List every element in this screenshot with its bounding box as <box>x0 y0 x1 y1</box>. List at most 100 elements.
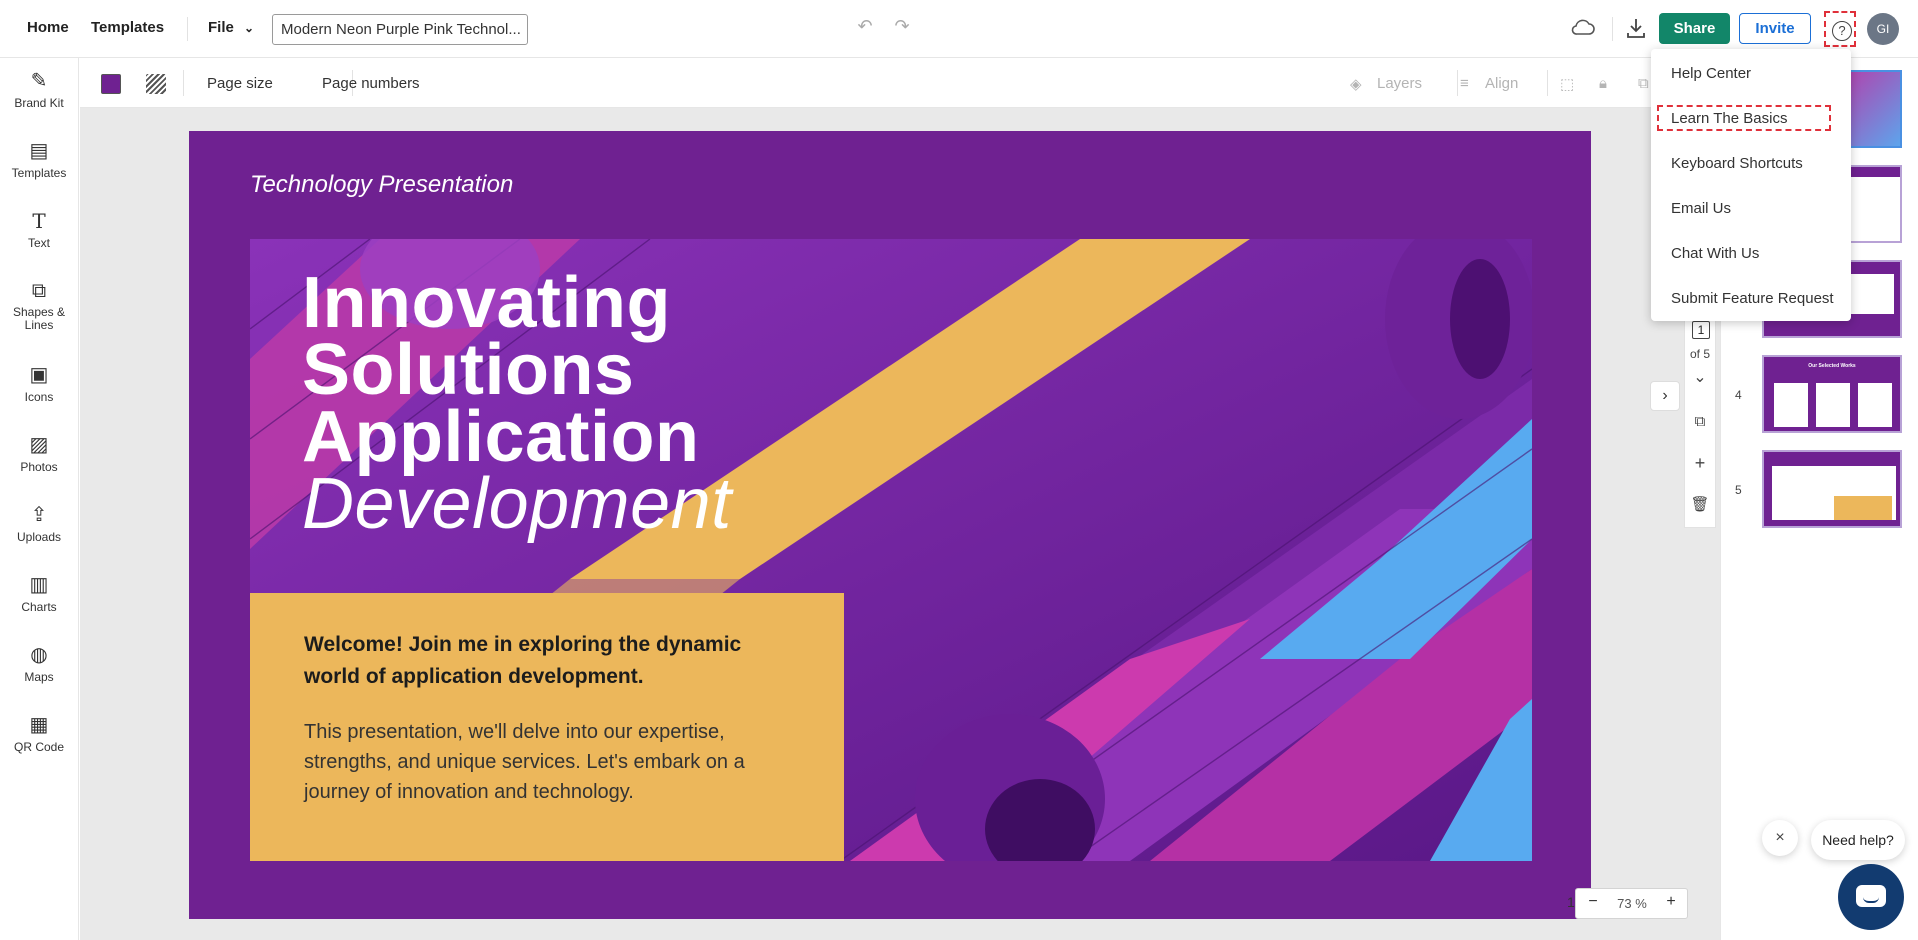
pattern-swatch[interactable] <box>146 74 166 94</box>
trash-icon[interactable]: 🗑︎ <box>1685 495 1715 513</box>
help-menu-item-feature-request[interactable]: Submit Feature Request <box>1671 290 1834 307</box>
home-link[interactable]: Home <box>27 19 69 36</box>
help-menu-item-help-center[interactable]: Help Center <box>1671 65 1751 82</box>
layers-button[interactable]: Layers <box>1377 75 1422 92</box>
sidebar-item-label: Icons <box>24 390 54 404</box>
sidebar-item-maps[interactable]: ◍ Maps <box>0 643 78 684</box>
chevron-down-icon: ⌄ <box>244 21 255 35</box>
sidebar-item-label: Text <box>27 236 50 250</box>
slide-title-line[interactable]: Application <box>302 401 700 473</box>
welcome-body[interactable]: This presentation, we'll delve into our … <box>304 717 794 807</box>
welcome-box[interactable]: Welcome! Join me in exploring the dynami… <box>250 593 844 861</box>
chat-launcher-button[interactable] <box>1838 864 1904 930</box>
cloud-save-icon[interactable] <box>1570 16 1596 40</box>
file-menu-button[interactable]: File ⌄ <box>208 19 254 36</box>
avatar[interactable]: GI <box>1867 13 1899 45</box>
photo-icon: ▨ <box>29 434 49 456</box>
sidebar-item-photos[interactable]: ▨ Photos <box>0 433 78 474</box>
thumbnail-number: 5 <box>1735 483 1742 497</box>
chevron-down-icon[interactable]: ⌄ <box>1685 367 1715 387</box>
welcome-heading[interactable]: Welcome! Join me in exploring the dynami… <box>304 629 794 693</box>
sidebar-item-label: Uploads <box>16 530 62 544</box>
close-icon[interactable]: × <box>1762 820 1798 856</box>
thumbnail-title: Our Selected Works <box>1808 363 1856 369</box>
divider <box>187 17 188 41</box>
top-bar: Home Templates File ⌄ Modern Neon Purple… <box>0 0 1918 58</box>
sidebar-item-label: Maps <box>24 670 54 684</box>
background-color-swatch[interactable] <box>101 74 121 94</box>
divider <box>1612 17 1613 41</box>
help-menu-item-chat-with-us[interactable]: Chat With Us <box>1671 245 1759 262</box>
help-button[interactable]: ? <box>1824 11 1856 47</box>
help-dropdown-menu: Help Center Learn The Basics Keyboard Sh… <box>1651 49 1851 321</box>
thumbnail-4[interactable]: Our Selected Works <box>1762 355 1902 433</box>
left-sidebar: ✎ Brand Kit ▤ Templates T Text ⧉ Shapes … <box>0 58 79 940</box>
current-page-indicator: 1 <box>1567 894 1575 910</box>
slide-title-line[interactable]: Innovating <box>302 267 671 339</box>
undo-icon[interactable]: ↶ <box>855 16 875 37</box>
shapes-icon: ⧉ <box>31 280 47 302</box>
zoom-value[interactable]: 73 % <box>1612 896 1652 911</box>
download-icon[interactable] <box>1624 16 1648 40</box>
sidebar-item-charts[interactable]: ▥ Charts <box>0 573 78 614</box>
sidebar-item-label: Charts <box>21 600 57 614</box>
file-menu-label: File <box>208 19 234 36</box>
duplicate-page-icon[interactable]: ⧉ <box>1685 413 1715 430</box>
text-icon: T <box>32 209 46 233</box>
page-number-box[interactable]: 1 <box>1692 321 1710 339</box>
sidebar-item-shapes[interactable]: ⧉ Shapes & Lines <box>0 279 78 332</box>
layers-icon: ◈ <box>1350 76 1362 93</box>
share-button[interactable]: Share <box>1659 13 1730 44</box>
zoom-in-button[interactable]: + <box>1658 893 1684 911</box>
slide-subtitle[interactable]: Technology Presentation <box>250 171 513 199</box>
sidebar-item-label: Brand Kit <box>14 96 64 110</box>
align-icon: ≡ <box>1460 75 1469 92</box>
slide-title-line[interactable]: Solutions <box>302 334 634 406</box>
duplicate-icon[interactable]: ⧉ <box>1638 75 1649 92</box>
page-numbers-button[interactable]: Page numbers <box>322 75 420 92</box>
thumbnail-number: 4 <box>1735 388 1742 402</box>
document-title-input[interactable]: Modern Neon Purple Pink Technol... <box>272 14 528 45</box>
sidebar-item-templates[interactable]: ▤ Templates <box>0 139 78 180</box>
redo-icon[interactable]: ↷ <box>892 16 912 37</box>
slide[interactable]: Technology Presentation Innovating Solut… <box>189 131 1591 919</box>
templates-icon: ▤ <box>29 140 49 162</box>
chevron-right-icon[interactable]: › <box>1650 381 1680 411</box>
help-icon: ? <box>1832 21 1852 41</box>
add-page-icon[interactable]: + <box>1685 453 1715 474</box>
upload-icon: ⇪ <box>30 504 48 526</box>
divider <box>1547 70 1548 96</box>
sidebar-item-text[interactable]: T Text <box>0 209 78 250</box>
sidebar-item-qr-code[interactable]: ▦ QR Code <box>0 713 78 754</box>
slide-title-italic[interactable]: Development <box>302 468 732 540</box>
divider <box>1457 70 1458 96</box>
page-size-button[interactable]: Page size <box>207 75 273 92</box>
page-navigator: 1 of 5 ⌄ ⧉ + 🗑︎ <box>1684 312 1716 528</box>
sidebar-item-label: Shapes & Lines <box>12 305 66 332</box>
need-help-bubble[interactable]: Need help? <box>1811 820 1905 860</box>
divider <box>183 70 184 96</box>
qr-code-icon: ▦ <box>29 714 49 736</box>
sidebar-item-icons[interactable]: ▣ Icons <box>0 363 78 404</box>
sidebar-item-label: QR Code <box>13 740 65 754</box>
group-icon[interactable]: ⬚ <box>1560 75 1574 93</box>
sidebar-item-label: Photos <box>20 460 58 474</box>
zoom-control: − 73 % + <box>1575 888 1688 919</box>
globe-icon: ◍ <box>30 644 48 666</box>
lock-icon[interactable]: 🔒︎ <box>1599 75 1607 92</box>
bar-chart-icon: ▥ <box>29 574 49 596</box>
invite-button[interactable]: Invite <box>1739 13 1811 44</box>
help-menu-item-email-us[interactable]: Email Us <box>1671 200 1731 217</box>
editor-toolbar: Page size Page numbers ◈ Layers ≡ Align … <box>80 58 1720 108</box>
help-menu-item-keyboard-shortcuts[interactable]: Keyboard Shortcuts <box>1671 155 1803 172</box>
thumbnail-5[interactable] <box>1762 450 1902 528</box>
sidebar-item-uploads[interactable]: ⇪ Uploads <box>0 503 78 544</box>
help-menu-item-learn-basics[interactable]: Learn The Basics <box>1671 110 1787 127</box>
templates-link[interactable]: Templates <box>91 19 164 36</box>
align-button[interactable]: Align <box>1485 75 1518 92</box>
sidebar-item-brand-kit[interactable]: ✎ Brand Kit <box>0 69 78 110</box>
magic-wand-icon: ✎ <box>30 70 48 92</box>
briefcase-icon: ▣ <box>29 364 49 386</box>
zoom-out-button[interactable]: − <box>1580 893 1606 911</box>
chat-bubble-icon <box>1856 885 1886 907</box>
